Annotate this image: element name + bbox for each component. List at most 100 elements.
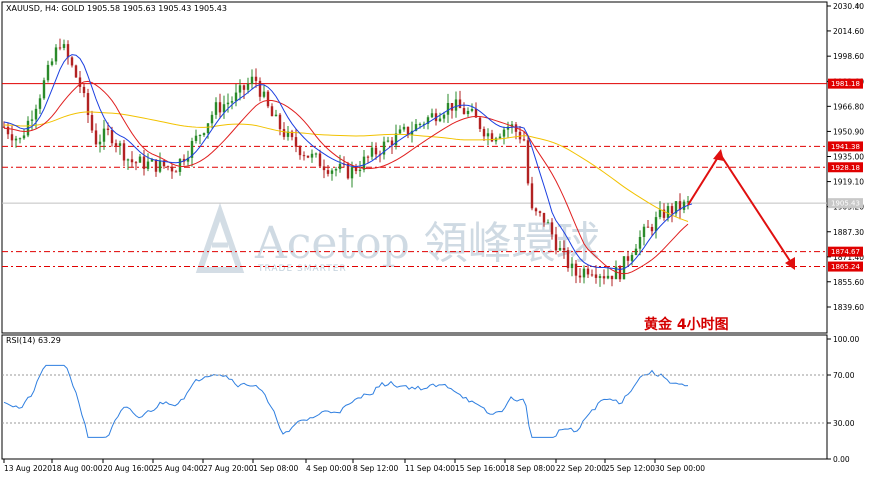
candle-body bbox=[630, 254, 634, 261]
candle-body bbox=[558, 247, 562, 251]
candle-body bbox=[682, 201, 686, 210]
candle-body bbox=[334, 169, 338, 171]
candle-body bbox=[54, 47, 58, 62]
candle-body bbox=[154, 159, 158, 172]
rsi-label: RSI(14) 63.29 bbox=[6, 336, 61, 345]
candle-body bbox=[94, 130, 98, 145]
candle-body bbox=[118, 143, 122, 146]
candle-body bbox=[102, 128, 106, 142]
price-level-label: 1981.18 bbox=[831, 80, 860, 88]
candle-body bbox=[322, 166, 326, 171]
candle-body bbox=[38, 98, 42, 109]
rsi-tick-label: 30.00 bbox=[833, 419, 855, 428]
candle-body bbox=[90, 115, 94, 131]
candle-body bbox=[310, 153, 314, 158]
rsi-panel-frame bbox=[1, 334, 828, 460]
candle-body bbox=[66, 44, 70, 58]
candle-body bbox=[482, 128, 486, 137]
candle-body bbox=[230, 101, 234, 103]
candle-body bbox=[470, 109, 474, 111]
trading-chart-window: Acetop 領峰環球 TRADE SMARTER XAUUSD, H4: GO… bbox=[0, 0, 870, 476]
candle-body bbox=[438, 118, 442, 122]
candle-body bbox=[210, 114, 214, 124]
candle-body bbox=[490, 133, 494, 142]
candle-body bbox=[258, 80, 262, 97]
candle-body bbox=[170, 166, 174, 172]
time-tick-label: 27 Aug 20:00 bbox=[203, 464, 254, 473]
chart-title-annotation: 黄金 4小时图 bbox=[644, 316, 729, 333]
candle-body bbox=[78, 77, 82, 87]
candle-body bbox=[526, 140, 530, 184]
candle-body bbox=[666, 206, 670, 218]
candle-body bbox=[642, 226, 646, 238]
candle-body bbox=[554, 234, 558, 251]
symbol-info: XAUUSD, H4: GOLD 1905.58 1905.63 1905.43… bbox=[6, 4, 227, 13]
candle-body bbox=[586, 268, 590, 275]
candle-body bbox=[550, 222, 554, 235]
current-price-label: 1905.43 bbox=[831, 200, 860, 208]
candle-body bbox=[442, 114, 446, 119]
candle-body bbox=[42, 80, 46, 99]
price-tick-label: 1998.60 bbox=[833, 52, 864, 61]
candle-body bbox=[326, 170, 330, 174]
candle-body bbox=[34, 108, 38, 120]
candle-body bbox=[106, 128, 110, 130]
candle-body bbox=[374, 147, 378, 155]
candle-body bbox=[670, 206, 674, 214]
candle-body bbox=[626, 256, 630, 261]
candle-body bbox=[466, 110, 470, 115]
candle-body bbox=[486, 133, 490, 137]
candle-body bbox=[338, 163, 342, 170]
candle-body bbox=[62, 44, 66, 48]
candle-body bbox=[530, 183, 534, 209]
candle-body bbox=[582, 268, 586, 278]
candle-body bbox=[206, 123, 210, 134]
candle-body bbox=[350, 167, 354, 179]
candle-body bbox=[194, 135, 198, 141]
candle-body bbox=[602, 276, 606, 279]
candle-body bbox=[82, 86, 86, 94]
candle-body bbox=[70, 57, 74, 66]
candle-body bbox=[566, 250, 570, 269]
candle-body bbox=[110, 129, 114, 144]
price-level-label: 1865.24 bbox=[831, 263, 860, 271]
candle-body bbox=[250, 76, 254, 84]
candle-body bbox=[6, 126, 10, 135]
candle-body bbox=[458, 99, 462, 109]
time-tick-label: 1 Sep 08:00 bbox=[253, 464, 299, 473]
candle-body bbox=[46, 64, 50, 81]
candle-body bbox=[370, 147, 374, 157]
candle-body bbox=[590, 274, 594, 276]
candle-body bbox=[542, 212, 546, 223]
candle-body bbox=[30, 119, 34, 121]
candle-body bbox=[446, 103, 450, 115]
candle-body bbox=[58, 47, 62, 49]
candle-body bbox=[74, 65, 78, 78]
time-tick-label: 25 Sep 12:00 bbox=[605, 464, 655, 473]
candle-body bbox=[398, 129, 402, 134]
time-tick-label: 18 Sep 08:00 bbox=[505, 464, 555, 473]
candle-body bbox=[574, 263, 578, 276]
candle-body bbox=[430, 113, 434, 118]
candle-body bbox=[562, 247, 566, 251]
candle-body bbox=[158, 160, 162, 172]
candle-body bbox=[314, 153, 318, 155]
candle-body bbox=[178, 158, 182, 172]
candle-body bbox=[534, 208, 538, 212]
candle-body bbox=[450, 103, 454, 111]
time-tick-label: 15 Sep 16:00 bbox=[455, 464, 505, 473]
candle-body bbox=[330, 170, 334, 174]
watermark-tagline: TRADE SMARTER bbox=[257, 264, 347, 274]
price-tick-label: 1935.00 bbox=[833, 153, 864, 162]
rsi-tick-label: 70.00 bbox=[833, 371, 855, 380]
candle-body bbox=[578, 275, 582, 278]
rsi-tick-label: 100.00 bbox=[833, 335, 859, 344]
candle-body bbox=[246, 83, 250, 90]
candle-body bbox=[402, 126, 406, 130]
candle-body bbox=[254, 76, 258, 81]
candle-body bbox=[366, 156, 370, 158]
candle-body bbox=[318, 153, 322, 167]
candle-body bbox=[198, 135, 202, 137]
candle-body bbox=[262, 91, 266, 97]
candle-body bbox=[646, 226, 650, 228]
